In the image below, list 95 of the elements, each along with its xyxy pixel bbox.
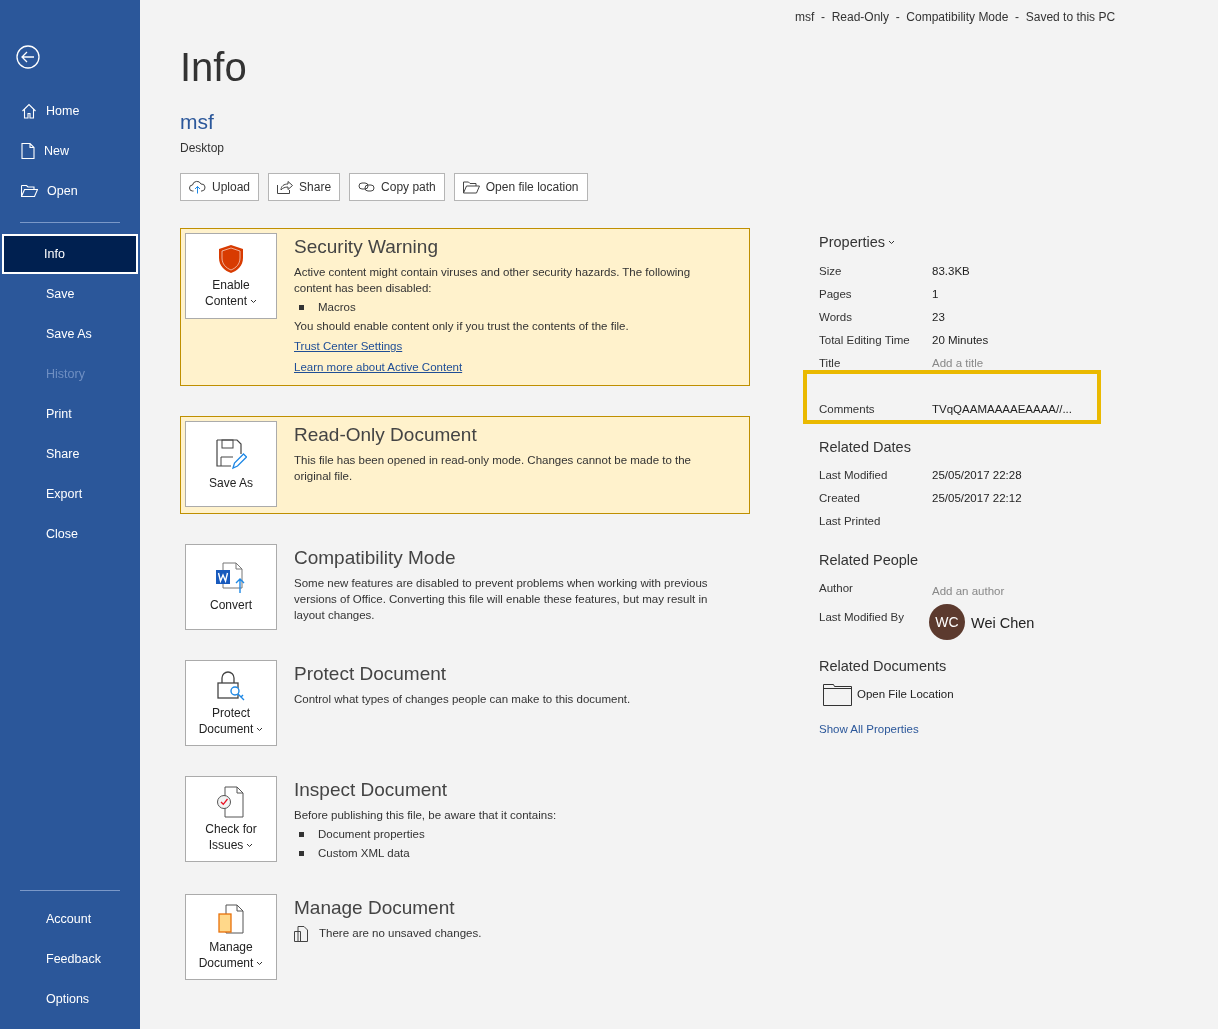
nav-item[interactable]: Options xyxy=(2,979,138,1019)
property-value: 25/05/2017 22:28 xyxy=(932,468,1022,484)
action-button[interactable]: Copy path xyxy=(349,173,445,201)
nav-item[interactable]: Save As xyxy=(2,314,138,354)
section-button[interactable]: Save As xyxy=(185,421,277,507)
folder-icon xyxy=(823,684,852,706)
nav-item[interactable]: Home xyxy=(2,91,138,131)
nav-item[interactable]: New xyxy=(2,131,138,171)
section-text: Some new features are disabled to prevent problems when working with previous versions of Office. Converting this file will enable these features, but may result in layout changes. xyxy=(294,576,709,623)
cloud-upload-icon xyxy=(189,180,206,194)
property-value: TVqQAAMAAAAEAAAA//... xyxy=(932,401,1072,417)
property-value: 83.3KB xyxy=(932,263,970,279)
lock-key-icon xyxy=(216,669,246,702)
bullet-text: Custom XML data xyxy=(318,846,410,861)
nav-item[interactable]: Share xyxy=(2,434,138,474)
file-name: msf xyxy=(180,109,215,135)
caret-icon xyxy=(246,842,254,848)
documents-icon xyxy=(294,925,308,942)
bullet-text: Document properties xyxy=(318,827,425,842)
property-value: 25/05/2017 22:12 xyxy=(932,491,1022,507)
document-check-icon xyxy=(216,785,246,818)
action-button[interactable]: Open file location xyxy=(453,173,588,201)
section-text: Active content might contain viruses and other security hazards. The following content has been disabled: xyxy=(294,265,692,296)
section-heading: Related People xyxy=(819,550,920,570)
property-value: 20 Minutes xyxy=(932,332,989,348)
link-icon xyxy=(358,181,376,193)
section-button[interactable]: Manage Document xyxy=(185,894,277,980)
link[interactable]: Learn more about Active Content xyxy=(294,361,463,373)
section-title: Read-Only Document xyxy=(294,423,478,447)
section-text: Before publishing this file, be aware that it contains: xyxy=(294,808,558,823)
nav-item[interactable]: Close xyxy=(2,514,138,554)
caret-icon xyxy=(250,298,257,304)
window-title: msf - Read-Only - Compatibility Mode - Saved to this PC xyxy=(795,9,1116,26)
section-text: You should enable content only if you trust the contents of the file. xyxy=(294,319,630,334)
property-label: Created xyxy=(819,491,861,507)
property-value: 1 xyxy=(932,286,939,302)
property-label: Total Editing Time xyxy=(819,332,911,348)
property-label: Pages xyxy=(819,286,853,302)
section-title: Security Warning xyxy=(294,235,439,259)
caret-icon xyxy=(256,960,264,966)
section-heading: Related Dates xyxy=(819,437,912,457)
action-button[interactable]: Upload xyxy=(180,173,260,201)
section-title: Compatibility Mode xyxy=(294,546,457,570)
caret-icon xyxy=(888,240,896,246)
bullet-icon xyxy=(299,831,304,837)
nav-item[interactable]: Export xyxy=(2,474,138,514)
folder-icon xyxy=(21,184,38,198)
section-button[interactable]: Protect Document xyxy=(185,660,277,746)
nav-item[interactable]: Save xyxy=(2,274,138,314)
section-button[interactable]: Enable Content xyxy=(185,233,277,319)
documents-icon xyxy=(216,903,246,936)
shield-icon xyxy=(218,243,244,274)
file-location: Desktop xyxy=(180,140,226,157)
page-title: Info xyxy=(180,44,248,91)
back-icon xyxy=(16,45,40,69)
nav-item[interactable]: Account xyxy=(2,899,138,939)
property-label: Last Modified xyxy=(819,468,889,484)
disk-pencil-icon xyxy=(215,437,247,472)
property-label: Author xyxy=(819,581,854,597)
property-label: Last Printed xyxy=(819,514,882,530)
bullet-icon xyxy=(299,850,304,856)
nav-item[interactable]: Feedback xyxy=(2,939,138,979)
bullet-text: Macros xyxy=(318,300,356,315)
section-title: Manage Document xyxy=(294,896,456,920)
section-title: Inspect Document xyxy=(294,778,449,802)
caret-icon xyxy=(256,726,264,732)
nav-item[interactable]: Print xyxy=(2,394,138,434)
share-icon xyxy=(277,180,294,194)
avatar: WC xyxy=(929,604,965,641)
action-button[interactable]: Share xyxy=(268,173,341,201)
page-icon xyxy=(21,143,35,159)
property-value: 23 xyxy=(932,309,945,325)
section-title: Protect Document xyxy=(294,662,448,686)
show-all-properties-link[interactable]: Show All Properties xyxy=(819,721,1080,739)
home-icon xyxy=(21,103,37,119)
property-label: Comments xyxy=(819,401,876,417)
section-text: Control what types of changes people can make to this document. xyxy=(294,692,632,707)
bullet-icon xyxy=(299,304,304,310)
property-label: Words xyxy=(819,309,854,325)
nav-item[interactable]: Info xyxy=(2,234,138,274)
property-label: Title xyxy=(819,355,842,371)
nav-item[interactable]: Open xyxy=(2,171,138,211)
link[interactable]: Trust Center Settings xyxy=(294,340,403,352)
open-file-location-link[interactable]: Open File Location xyxy=(823,684,954,706)
property-label: Size xyxy=(819,263,843,279)
property-label: Last Modified By xyxy=(819,610,905,626)
section-heading: Related Documents xyxy=(819,657,948,677)
status-text: There are no unsaved changes. xyxy=(319,926,482,941)
section-button[interactable]: Convert xyxy=(185,544,277,630)
properties-dropdown[interactable]: Properties xyxy=(819,232,896,254)
person-name: Wei Chen xyxy=(971,614,1035,634)
word-document-icon xyxy=(215,561,247,594)
section-button[interactable]: Check for Issues xyxy=(185,776,277,862)
folder-icon xyxy=(462,180,480,194)
section-text: This file has been opened in read-only mode. Changes cannot be made to the original file. xyxy=(294,453,692,484)
